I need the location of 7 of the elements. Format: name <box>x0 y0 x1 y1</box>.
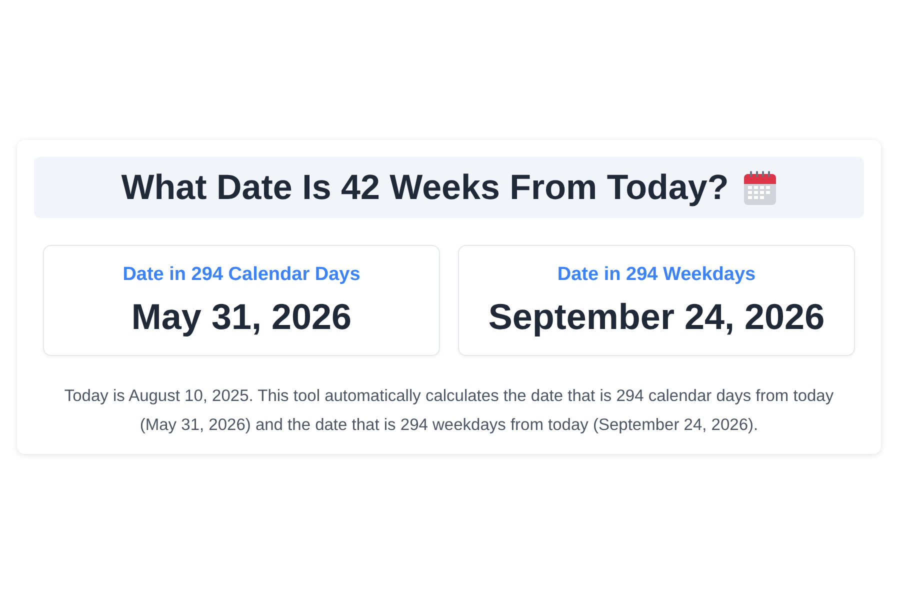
description-text: Today is August 10, 2025. This tool automatically calculates the date that is 294 calendar days from today (May 31, 2026) and the date that is 294 weekdays from today (September 24, 2026). <box>63 386 835 436</box>
result-date: May 31, 2026 <box>131 296 352 338</box>
calendar-icon <box>742 170 777 206</box>
result-label: Date in 294 Calendar Days <box>122 264 360 286</box>
result-date: September 24, 2026 <box>488 296 825 338</box>
page-title: What Date Is 42 Weeks From Today? <box>121 168 729 208</box>
result-label: Date in 294 Weekdays <box>557 264 756 286</box>
